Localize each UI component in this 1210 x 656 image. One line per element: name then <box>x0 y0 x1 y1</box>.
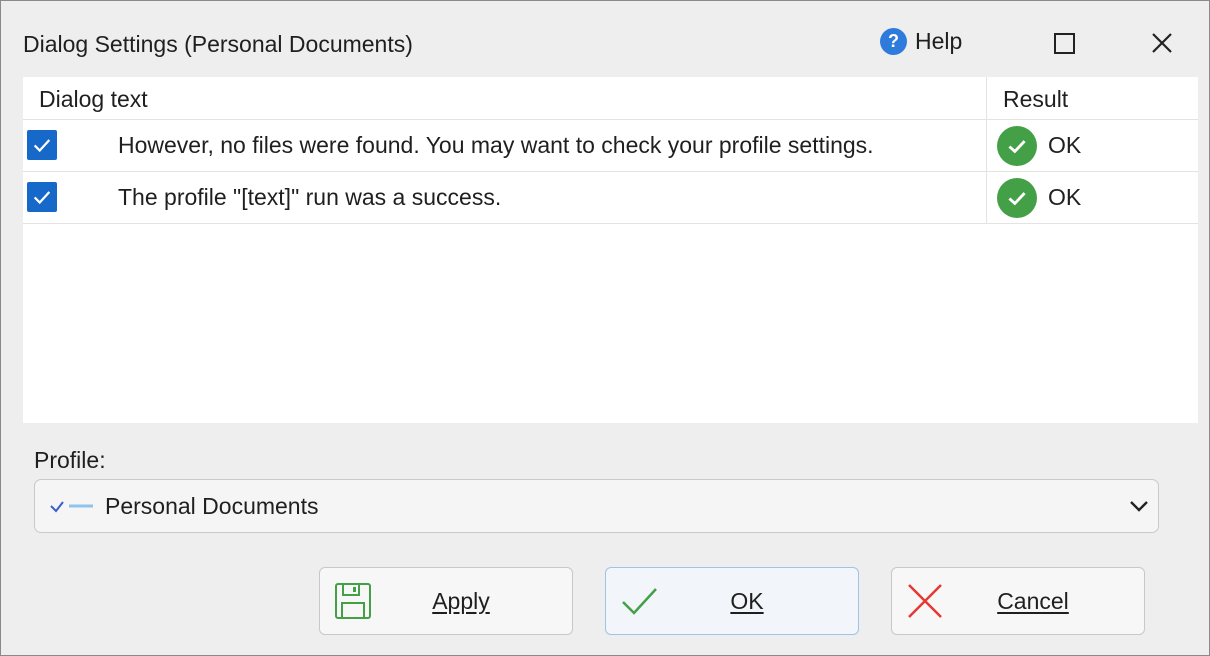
checkmark-icon <box>33 191 51 205</box>
maximize-icon <box>1053 32 1075 54</box>
checkmark-icon <box>33 139 51 153</box>
chevron-down-icon <box>1130 501 1148 512</box>
dialog-table: Dialog text Result However, no files wer… <box>23 77 1198 423</box>
window-title: Dialog Settings (Personal Documents) <box>23 31 413 57</box>
table-header: Dialog text Result <box>23 77 1198 120</box>
close-button[interactable] <box>1142 23 1182 63</box>
row-checkbox[interactable] <box>27 182 57 212</box>
row-dialog-text: The profile "[text]" run was a success. <box>118 184 502 210</box>
header-dialog-text[interactable]: Dialog text <box>39 86 148 113</box>
cancel-label: Cancel <box>997 588 1069 614</box>
ok-button[interactable]: OK <box>605 567 859 635</box>
table-row[interactable]: The profile "[text]" run was a success. … <box>23 172 1198 224</box>
profile-select[interactable]: Personal Documents <box>34 479 1159 533</box>
check-circle-icon <box>997 178 1037 218</box>
row-dialog-text: However, no files were found. You may wa… <box>118 132 874 158</box>
help-button[interactable]: ? Help <box>880 28 962 55</box>
profile-label: Profile: <box>34 447 106 473</box>
check-line-icon <box>50 501 93 513</box>
title-bar: Dialog Settings (Personal Documents) ? H… <box>1 1 1209 71</box>
cancel-button[interactable]: Cancel <box>891 567 1145 635</box>
help-label: Help <box>915 28 963 54</box>
apply-button[interactable]: Apply <box>319 567 573 635</box>
profile-selected-value: Personal Documents <box>105 493 319 519</box>
header-result[interactable]: Result <box>1003 86 1068 113</box>
check-circle-icon <box>997 126 1037 166</box>
row-checkbox[interactable] <box>27 130 57 160</box>
close-icon <box>1152 33 1172 53</box>
maximize-button[interactable] <box>1044 23 1084 63</box>
dialog-window: Dialog Settings (Personal Documents) ? H… <box>0 0 1210 656</box>
help-circle-icon: ? <box>880 28 907 55</box>
table-row[interactable]: However, no files were found. You may wa… <box>23 120 1198 172</box>
apply-label: Apply <box>432 588 490 614</box>
row-result-text: OK <box>1048 184 1082 210</box>
ok-label: OK <box>730 588 764 614</box>
row-result-text: OK <box>1048 132 1082 158</box>
